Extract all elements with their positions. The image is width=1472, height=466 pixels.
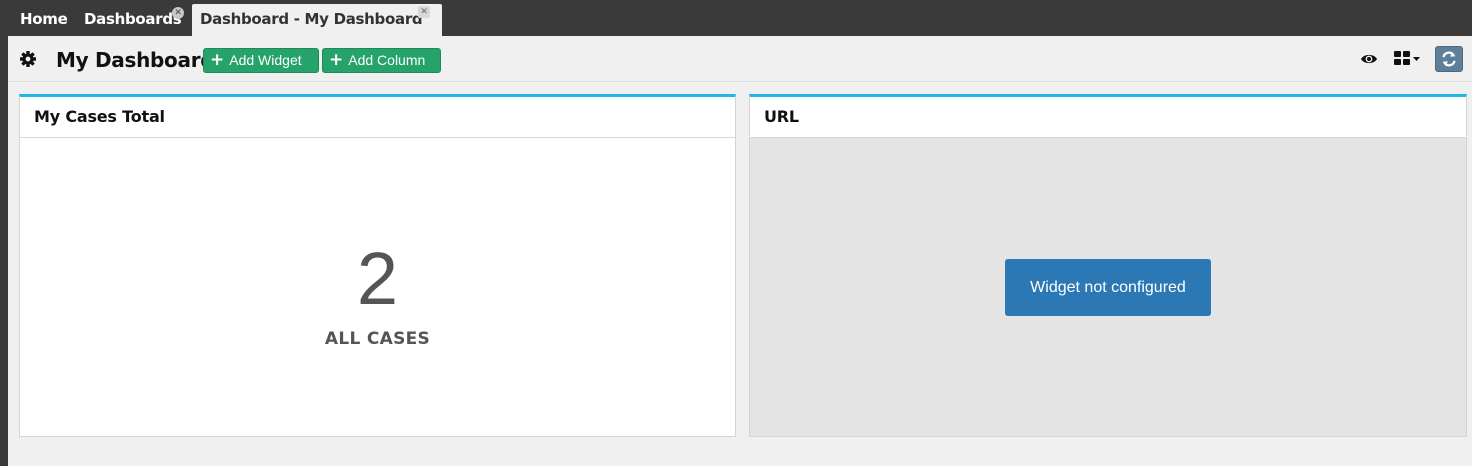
add-column-button[interactable]: + Add Column — [322, 48, 441, 73]
plus-icon: + — [210, 50, 225, 70]
close-icon[interactable]: ✕ — [172, 7, 184, 19]
close-icon[interactable]: ✕ — [418, 6, 430, 18]
grid-layout-icon[interactable] — [1394, 51, 1410, 65]
dashboard-toolbar: My Dashboard + Add Widget + Add Column — [8, 36, 1472, 82]
tab-bar: Home Dashboards ✕ Dashboard - My Dashboa… — [8, 0, 1472, 36]
caret-down-icon[interactable] — [1413, 57, 1420, 61]
widget-url: URL Widget not configured — [749, 94, 1467, 437]
gear-icon[interactable] — [18, 49, 38, 69]
plus-icon: + — [329, 50, 344, 70]
window-edge — [0, 0, 8, 466]
tab-home[interactable]: Home — [20, 4, 68, 36]
eye-icon[interactable] — [1360, 52, 1378, 66]
cases-count: 2 — [356, 237, 399, 320]
add-column-label: Add Column — [348, 52, 426, 68]
widget-not-configured-message: Widget not configured — [1005, 259, 1211, 316]
widget-my-cases-total: My Cases Total 2 ALL CASES — [19, 94, 736, 437]
tab-label: Home — [20, 10, 68, 28]
tab-label: Dashboard - My Dashboard — [200, 10, 423, 28]
tab-dashboards[interactable]: Dashboards ✕ — [84, 4, 184, 36]
add-widget-label: Add Widget — [229, 52, 302, 68]
tab-dashboard-my-dashboard[interactable]: Dashboard - My Dashboard ✕ — [192, 4, 442, 36]
cases-label: ALL CASES — [324, 329, 431, 349]
refresh-icon — [1442, 51, 1456, 67]
page-title: My Dashboard — [56, 48, 215, 72]
refresh-button[interactable] — [1435, 46, 1463, 72]
tab-label: Dashboards — [84, 10, 182, 28]
widget-title: My Cases Total — [20, 97, 735, 138]
widget-title: URL — [750, 97, 1466, 138]
add-widget-button[interactable]: + Add Widget — [203, 48, 319, 73]
